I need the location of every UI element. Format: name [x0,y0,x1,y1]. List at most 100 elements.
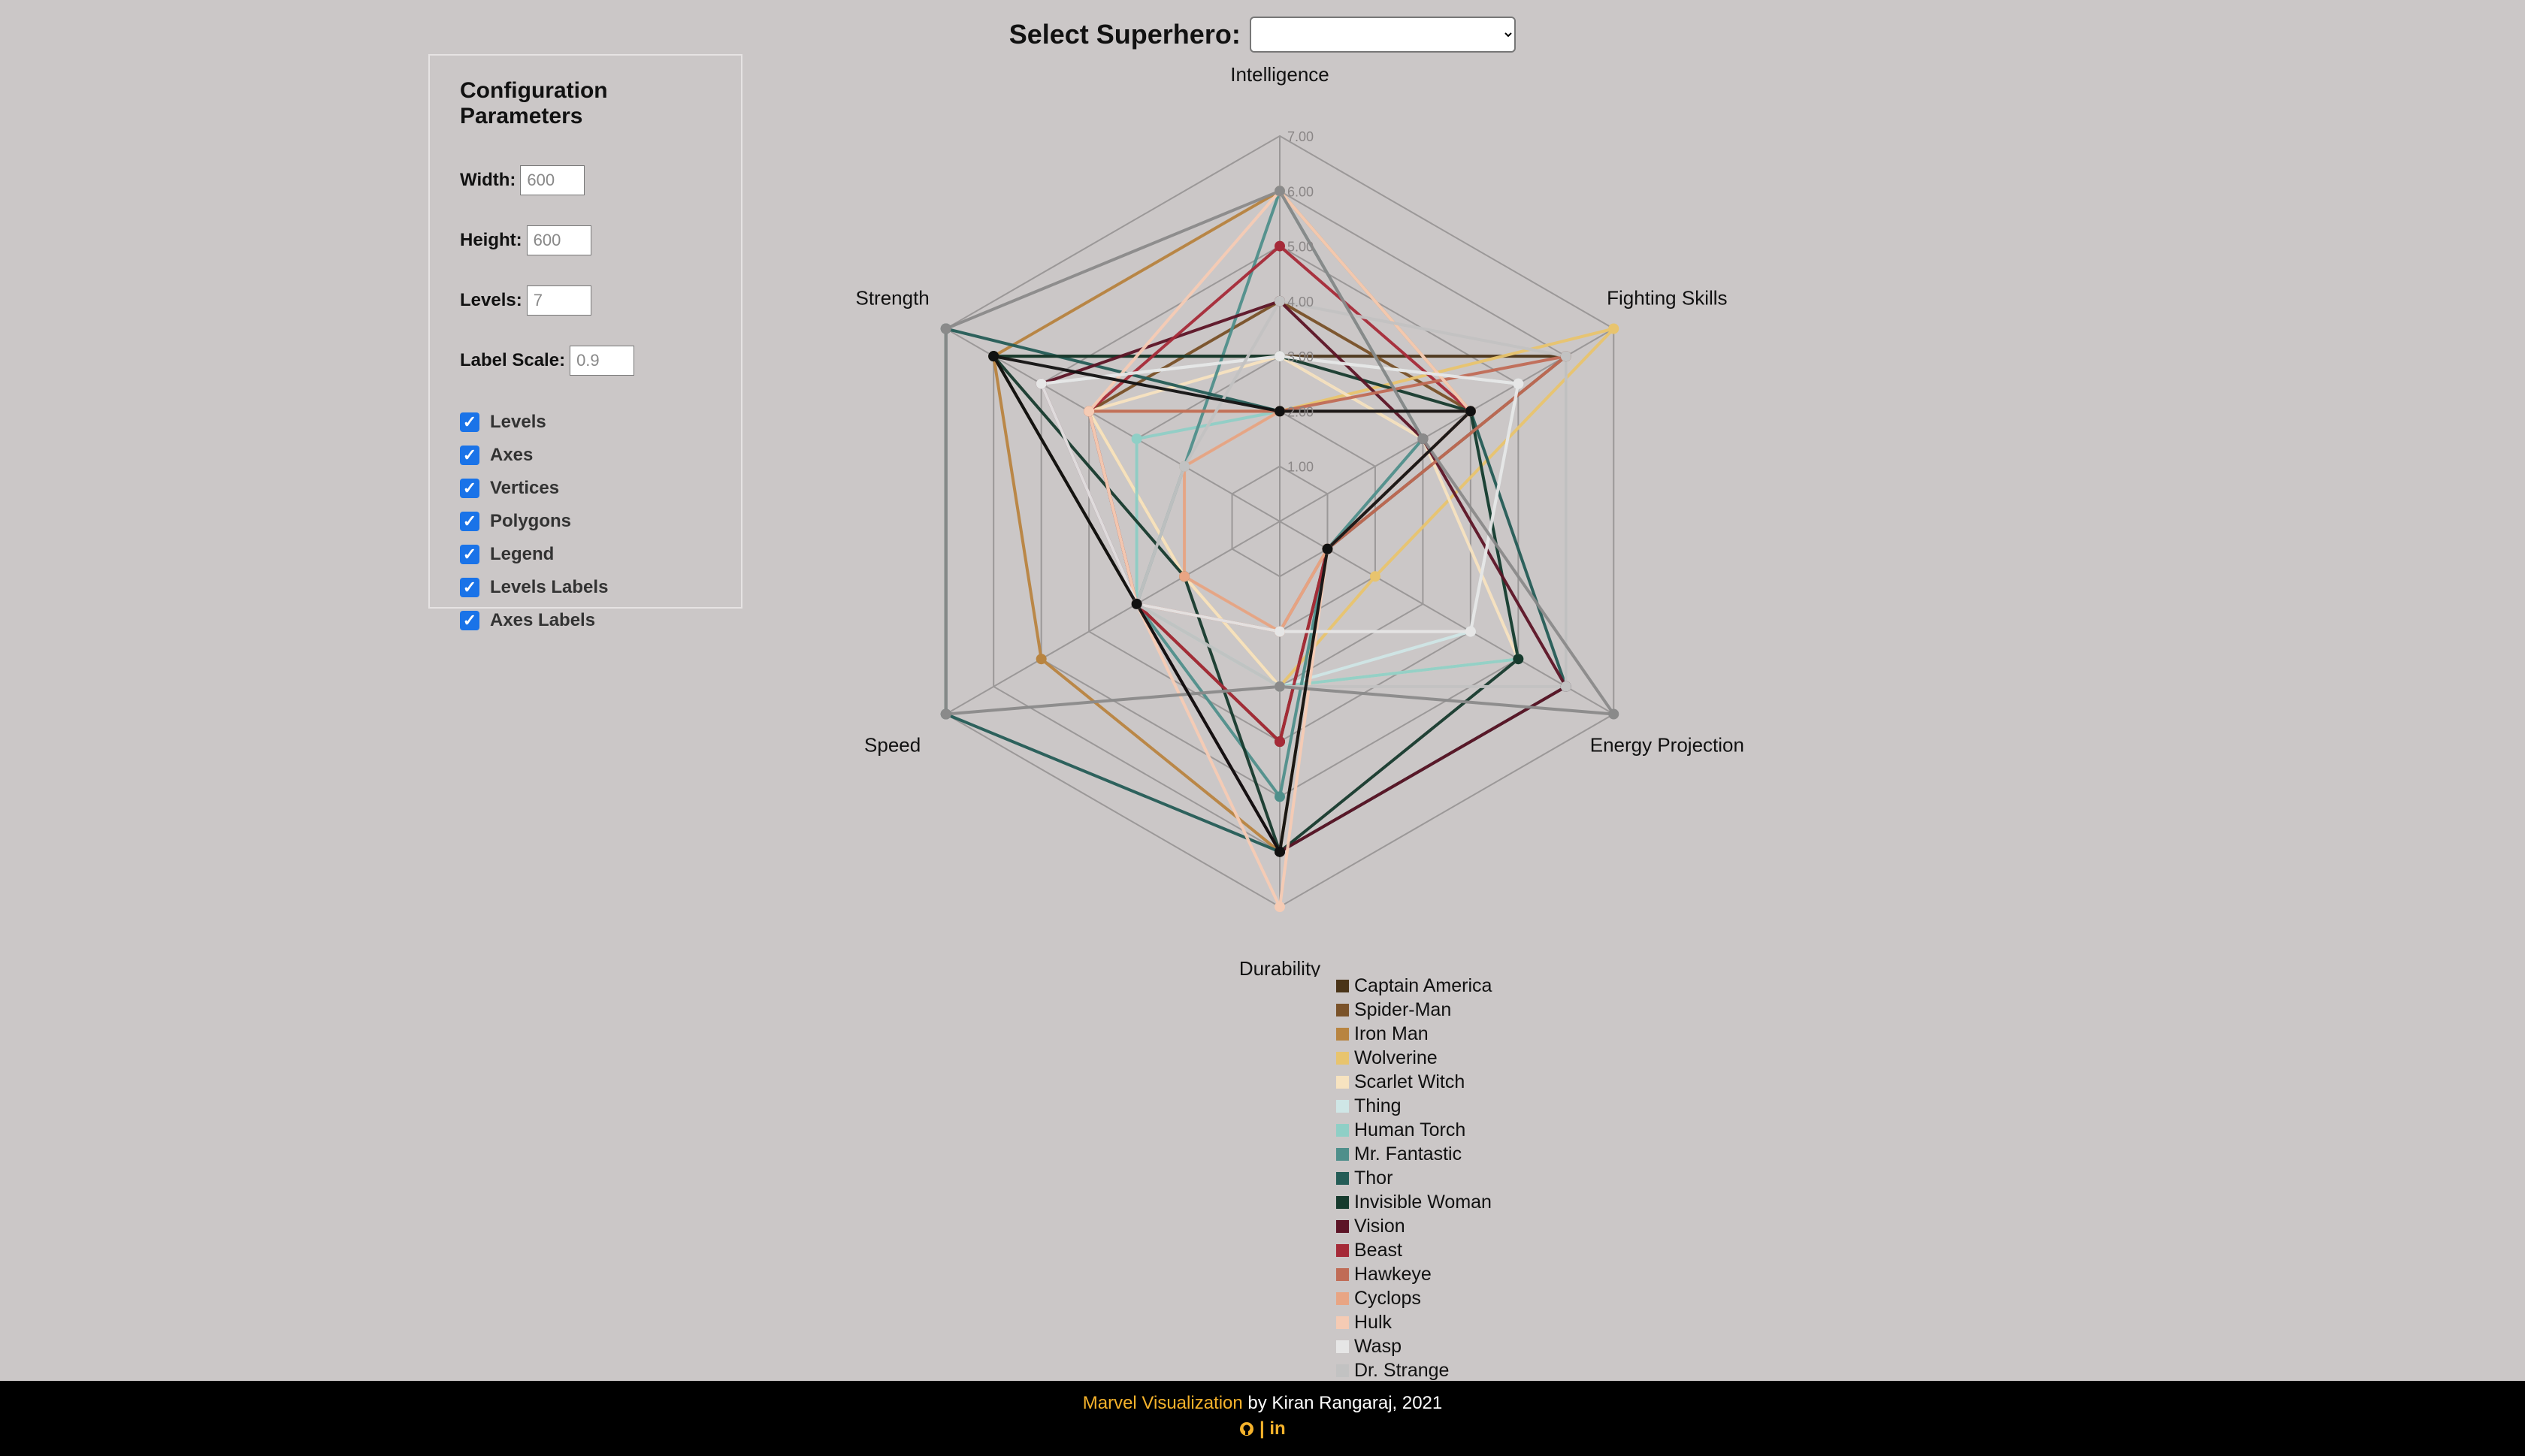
legend-label: Scarlet Witch [1354,1071,1465,1092]
series-vertex[interactable] [1275,351,1285,362]
level-label: 3.00 [1287,349,1314,364]
legend-label: Mr. Fantastic [1354,1143,1462,1164]
legend-swatch [1336,1340,1349,1353]
series-vertex[interactable] [1608,323,1619,334]
legend-label: Dr. Strange [1354,1359,1450,1381]
series-vertex[interactable] [1275,736,1285,748]
legend-swatch [1336,1027,1349,1041]
series-vertex[interactable] [1131,433,1142,445]
legend-label: Hawkeye [1354,1263,1432,1285]
legend-item[interactable]: Captain America [1336,974,1492,998]
legend-label: Thor [1354,1167,1393,1189]
legend-label: Captain America [1354,974,1492,996]
series-vertex[interactable] [1275,681,1285,692]
series-vertex[interactable] [1417,433,1429,445]
series-vertex[interactable] [1513,654,1524,665]
series-vertex[interactable] [1036,654,1047,665]
series-vertex[interactable] [1275,846,1285,857]
axis-label: Intelligence [1230,63,1329,86]
legend-item[interactable]: Cyclops [1336,1286,1492,1310]
series-vertex[interactable] [1036,378,1047,389]
legend-swatch [1336,1051,1349,1065]
level-label: 6.00 [1287,184,1314,199]
series-vertex[interactable] [1131,598,1142,609]
legend-swatch [1336,1364,1349,1377]
legend-label: Invisible Woman [1354,1191,1492,1213]
legend-item[interactable]: Vision [1336,1214,1492,1238]
legend-item[interactable]: Hawkeye [1336,1262,1492,1286]
legend-item[interactable]: Hulk [1336,1310,1492,1334]
legend-swatch [1336,1075,1349,1089]
legend-item[interactable]: Mr. Fantastic [1336,1142,1492,1166]
legend-label: Thing [1354,1095,1402,1116]
series-vertex[interactable] [1084,406,1095,417]
legend-label: Spider-Man [1354,998,1452,1020]
series-vertex[interactable] [1465,626,1476,637]
legend-item[interactable]: Scarlet Witch [1336,1070,1492,1094]
legend-item[interactable]: Dr. Strange [1336,1358,1492,1382]
github-icon[interactable] [1239,1421,1254,1436]
legend-swatch [1336,1291,1349,1305]
series-vertex[interactable] [940,708,951,720]
legend-item[interactable]: Iron Man [1336,1022,1492,1046]
series-vertex[interactable] [1275,406,1285,417]
series-vertex[interactable] [1275,902,1285,912]
legend-item[interactable]: Wasp [1336,1334,1492,1358]
legend-swatch [1336,1123,1349,1137]
axis-label: Speed [864,734,921,757]
series-vertex[interactable] [1275,186,1285,197]
legend-label: Human Torch [1354,1119,1466,1140]
series-vertex[interactable] [1560,351,1571,362]
level-label: 4.00 [1287,295,1314,310]
legend-swatch [1336,1147,1349,1161]
footer-credit: Marvel Visualization by Kiran Rangaraj, … [0,1393,2525,1414]
series-vertex[interactable] [1179,571,1190,582]
legend-swatch [1336,1003,1349,1016]
project-link[interactable]: Marvel Visualization [1083,1393,1243,1413]
series-vertex[interactable] [1275,240,1285,252]
legend-item[interactable]: Thor [1336,1166,1492,1190]
legend-item[interactable]: Wolverine [1336,1046,1492,1070]
legend-item[interactable]: Spider-Man [1336,998,1492,1022]
legend-label: Iron Man [1354,1023,1429,1044]
series-vertex[interactable] [1275,626,1285,637]
legend-label: Wasp [1354,1335,1402,1357]
series-vertex[interactable] [1369,571,1380,582]
legend-swatch [1336,979,1349,992]
series-vertex[interactable] [1275,295,1285,307]
series-vertex[interactable] [1179,461,1190,472]
series-vertex[interactable] [1275,791,1285,802]
series-vertex[interactable] [1560,681,1571,692]
author-credit: by Kiran Rangaraj, 2021 [1242,1393,1443,1413]
linkedin-link[interactable]: | in [1259,1418,1286,1439]
legend-label: Wolverine [1354,1047,1438,1068]
axis-label: Durability [1239,957,1320,977]
series-vertex[interactable] [1608,708,1619,720]
footer-links: | in [0,1418,2525,1439]
legend-item[interactable]: Human Torch [1336,1118,1492,1142]
legend-item[interactable]: Beast [1336,1238,1492,1262]
series-vertex[interactable] [1322,543,1333,554]
chart-legend: Captain America Spider-Man Iron Man Wolveri… [1336,974,1492,1382]
series-vertex[interactable] [1465,406,1476,417]
legend-swatch [1336,1316,1349,1329]
axis-label: Strength [855,286,929,309]
legend-swatch [1336,1219,1349,1233]
level-label: 2.00 [1287,404,1314,419]
radar-chart: 1.00 2.00 3.00 4.00 5.00 6.00 7.00 Intelligence… [855,63,1744,977]
series-vertex[interactable] [988,351,999,362]
legend-label: Hulk [1354,1311,1393,1333]
legend-item[interactable]: Thing [1336,1094,1492,1118]
legend-swatch [1336,1099,1349,1113]
legend-swatch [1336,1195,1349,1209]
series-vertex[interactable] [1513,378,1524,389]
axis-label: Energy Projection [1590,734,1744,757]
series-vertex[interactable] [940,323,951,334]
series-polygon[interactable] [990,355,1520,855]
legend-swatch [1336,1267,1349,1281]
level-label: 1.00 [1287,460,1314,475]
legend-label: Beast [1354,1239,1402,1261]
level-label: 5.00 [1287,240,1314,255]
level-label: 7.00 [1287,129,1314,144]
legend-item[interactable]: Invisible Woman [1336,1190,1492,1214]
